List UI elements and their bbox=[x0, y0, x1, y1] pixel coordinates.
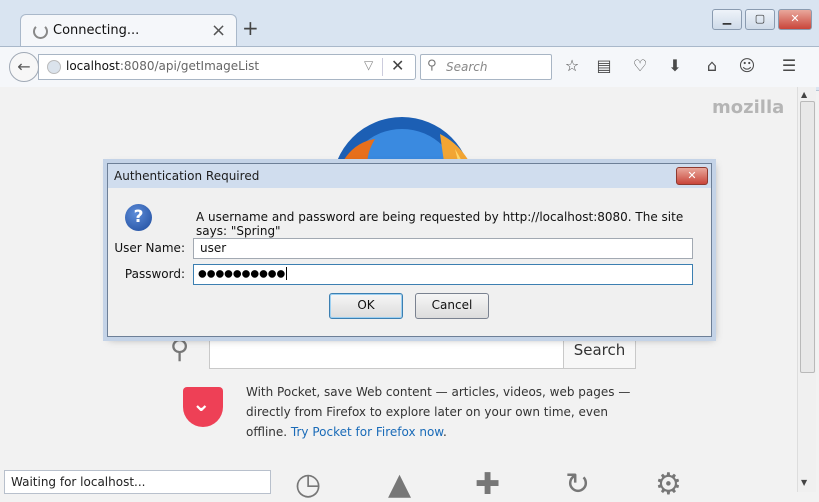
reading-list-icon[interactable]: ▤ bbox=[594, 56, 614, 76]
settings-gear-icon[interactable]: ⚙ bbox=[655, 467, 682, 502]
pocket-toolbar-icon[interactable]: ♡ bbox=[630, 56, 650, 76]
url-path: :8080/api/getImageList bbox=[119, 59, 260, 73]
back-button[interactable]: ← bbox=[9, 52, 39, 82]
minimize-button[interactable]: ▁ bbox=[712, 9, 742, 30]
new-tab-button[interactable]: + bbox=[242, 18, 259, 38]
pocket-icon: ⌄ bbox=[183, 387, 223, 427]
ok-button[interactable]: OK bbox=[329, 293, 403, 319]
bookmarks-icon[interactable]: ▲ bbox=[388, 467, 411, 502]
dialog-message: A username and password are being reques… bbox=[196, 210, 684, 238]
mozilla-brand: mozilla bbox=[712, 97, 785, 118]
url-text: localhost:8080/api/getImageList bbox=[66, 59, 259, 73]
tab-title: Connecting... bbox=[53, 23, 140, 38]
title-bar: Connecting... × + ▁ ▢ ✕ localhost:8080/a… bbox=[0, 0, 819, 91]
home-icon[interactable]: ⌂ bbox=[702, 56, 722, 76]
scrollbar-thumb[interactable] bbox=[800, 101, 815, 373]
dialog-title: Authentication Required bbox=[114, 169, 260, 183]
page-search-icon: ⚲ bbox=[170, 335, 190, 365]
history-icon[interactable]: ◷ bbox=[295, 467, 321, 502]
pocket-link-suffix: . bbox=[443, 425, 447, 439]
back-arrow-icon: ← bbox=[17, 57, 31, 76]
cancel-button[interactable]: Cancel bbox=[415, 293, 489, 319]
url-bar[interactable]: localhost:8080/api/getImageList ▽ ✕ bbox=[38, 54, 416, 80]
globe-icon bbox=[47, 60, 61, 74]
dialog-close-button[interactable]: ✕ bbox=[676, 167, 708, 185]
search-icon: ⚲ bbox=[427, 58, 437, 73]
pocket-promo: With Pocket, save Web content — articles… bbox=[246, 382, 646, 442]
addons-icon[interactable]: ✚ bbox=[475, 467, 500, 502]
page-search-button[interactable]: Search bbox=[563, 333, 636, 369]
dialog-body: ? A username and password are being requ… bbox=[108, 188, 711, 336]
search-input[interactable]: ⚲ Search bbox=[420, 54, 552, 80]
page-search-input[interactable] bbox=[209, 333, 565, 369]
vertical-scrollbar[interactable]: ▲ ▼ bbox=[797, 87, 816, 492]
question-icon: ? bbox=[125, 204, 152, 231]
password-dots: ●●●●●●●●●● bbox=[198, 268, 286, 280]
search-placeholder: Search bbox=[446, 60, 488, 74]
navigation-toolbar: localhost:8080/api/getImageList ▽ ✕ ← ⚲ … bbox=[0, 46, 819, 87]
menu-icon[interactable]: ☰ bbox=[779, 56, 799, 76]
scroll-down-icon[interactable]: ▼ bbox=[801, 478, 807, 487]
maximize-button[interactable]: ▢ bbox=[745, 9, 775, 30]
status-text: Waiting for localhost... bbox=[11, 475, 146, 489]
try-pocket-link[interactable]: Try Pocket for Firefox now bbox=[291, 425, 443, 439]
bookmark-star-icon[interactable]: ☆ bbox=[562, 56, 582, 76]
username-label: User Name: bbox=[114, 241, 185, 255]
username-value: user bbox=[200, 241, 227, 255]
username-field[interactable]: user bbox=[193, 238, 693, 259]
window-close-button[interactable]: ✕ bbox=[778, 9, 812, 30]
sync-icon[interactable]: ↻ bbox=[565, 467, 590, 502]
scroll-up-icon[interactable]: ▲ bbox=[801, 90, 807, 99]
password-field[interactable]: ●●●●●●●●●● bbox=[193, 264, 693, 285]
hello-icon[interactable]: ☺ bbox=[737, 56, 757, 76]
stop-icon[interactable]: ✕ bbox=[391, 56, 404, 75]
dialog-title-bar: Authentication Required ✕ bbox=[108, 164, 711, 188]
password-value: ●●●●●●●●●● bbox=[198, 267, 288, 280]
url-history-dropdown-icon[interactable]: ▽ bbox=[364, 58, 373, 72]
download-icon[interactable]: ⬇ bbox=[665, 56, 685, 76]
status-panel: Waiting for localhost... bbox=[4, 470, 271, 494]
authentication-dialog: Authentication Required ✕ ? A username a… bbox=[107, 163, 712, 337]
password-label: Password: bbox=[124, 267, 185, 281]
tab-connecting[interactable]: Connecting... × bbox=[20, 14, 237, 47]
loading-spinner-icon bbox=[33, 24, 48, 39]
url-divider bbox=[382, 58, 383, 76]
close-tab-icon[interactable]: × bbox=[211, 20, 226, 41]
text-caret bbox=[286, 267, 288, 280]
pocket-chevron-icon: ⌄ bbox=[192, 392, 211, 417]
url-host: localhost bbox=[66, 59, 120, 73]
